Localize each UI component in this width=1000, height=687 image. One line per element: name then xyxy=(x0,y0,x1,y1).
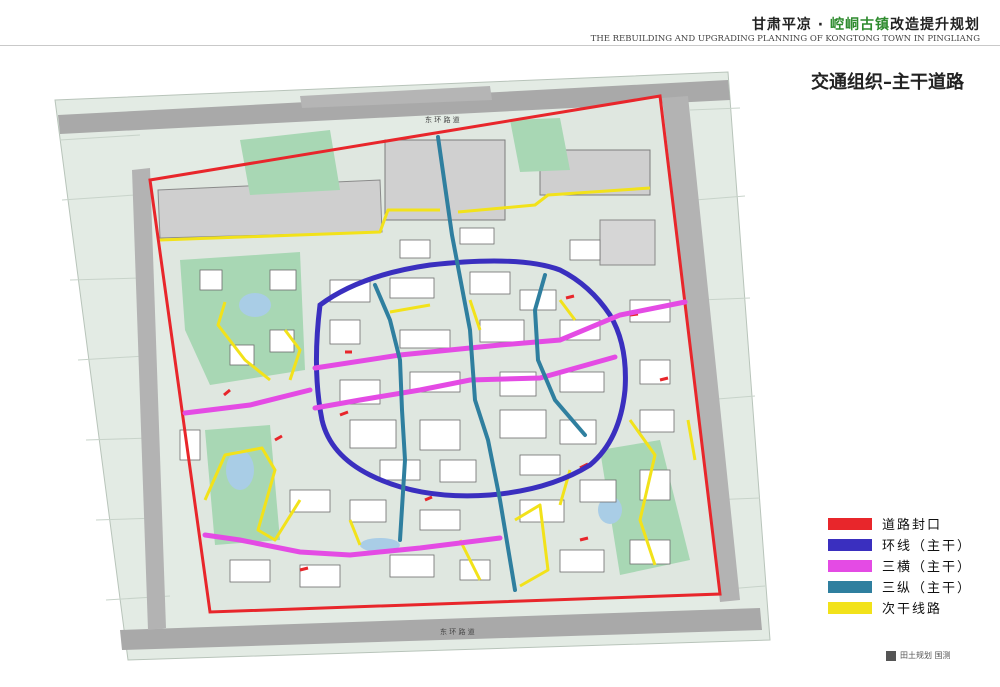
east-courtyard xyxy=(599,219,656,266)
legend-label: 三纵（主干） xyxy=(882,581,973,596)
legend-swatch-teal xyxy=(828,580,872,593)
footer-brand: 田土规划 国测 xyxy=(900,651,951,660)
legend-swatch-yellow xyxy=(828,601,872,614)
legend-item-vertical: 三纵（主干） xyxy=(828,576,972,597)
map-legend: 道路封口 环线（主干） 三横（主干） 三纵（主干） 次干线路 xyxy=(828,513,972,618)
legend-item-ring-road: 环线（主干） xyxy=(828,534,972,555)
legend-swatch-blue xyxy=(828,538,872,551)
legend-label: 环线（主干） xyxy=(882,539,973,554)
legend-item-road-closure: 道路封口 xyxy=(828,513,972,534)
legend-swatch-magenta xyxy=(828,559,872,572)
legend-swatch-red xyxy=(828,517,872,530)
brand-logo-icon xyxy=(886,651,896,661)
legend-label: 道路封口 xyxy=(882,518,943,533)
road-label-bottom: 东 环 路 道 xyxy=(440,627,475,636)
legend-label: 次干线路 xyxy=(882,602,943,617)
road-label-top: 东 环 路 道 xyxy=(425,115,460,124)
legend-item-secondary: 次干线路 xyxy=(828,597,972,618)
legend-label: 三横（主干） xyxy=(882,560,973,575)
legend-item-horizontal: 三横（主干） xyxy=(828,555,972,576)
